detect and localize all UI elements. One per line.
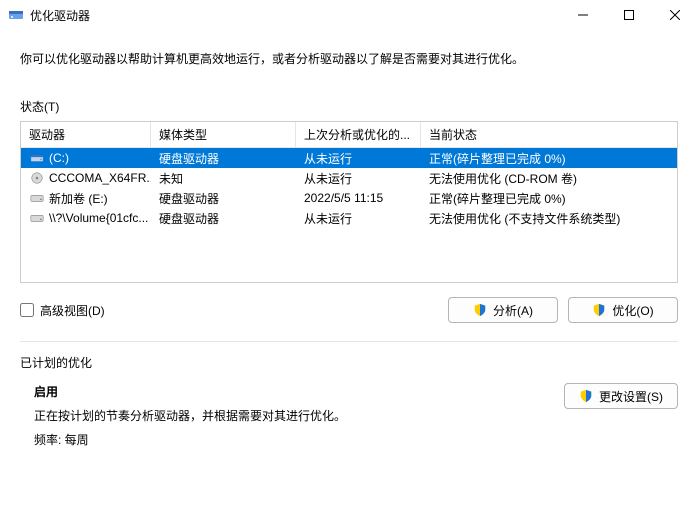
- drive-list: 驱动器 媒体类型 上次分析或优化的... 当前状态 (C:)硬盘驱动器从未运行正…: [20, 121, 678, 283]
- cell-status: 正常(碎片整理已完成 0%): [421, 148, 677, 169]
- minimize-button[interactable]: [560, 0, 606, 30]
- cell-drive: \\?\Volume{01cfc...: [49, 211, 148, 225]
- column-header-drive[interactable]: 驱动器: [21, 122, 151, 147]
- column-header-status[interactable]: 当前状态: [421, 122, 677, 147]
- change-settings-label: 更改设置(S): [599, 388, 663, 405]
- table-row[interactable]: CCCOMA_X64FR...未知从未运行无法使用优化 (CD-ROM 卷): [21, 168, 677, 188]
- cell-last: 从未运行: [296, 208, 421, 229]
- shield-icon: [592, 303, 606, 317]
- cell-last: 2022/5/5 11:15: [296, 189, 421, 207]
- drive-icon: [29, 151, 45, 165]
- cell-last: 从未运行: [296, 168, 421, 189]
- cell-status: 无法使用优化 (不支持文件系统类型): [421, 208, 677, 229]
- titlebar: 优化驱动器: [0, 0, 698, 30]
- table-row[interactable]: (C:) 硬盘驱动器从未运行正常(碎片整理已完成 0%): [21, 148, 677, 168]
- cell-drive: 新加卷 (E:): [49, 190, 108, 207]
- analyze-button[interactable]: 分析(A): [448, 297, 558, 323]
- shield-icon: [473, 303, 487, 317]
- advanced-view-label: 高级视图(D): [40, 302, 105, 319]
- app-icon: [8, 7, 24, 23]
- change-settings-button[interactable]: 更改设置(S): [564, 383, 678, 409]
- analyze-label: 分析(A): [493, 302, 533, 319]
- advanced-view-checkbox[interactable]: 高级视图(D): [20, 302, 105, 319]
- table-row[interactable]: 新加卷 (E:) 硬盘驱动器2022/5/5 11:15正常(碎片整理已完成 0%…: [21, 188, 677, 208]
- cell-status: 正常(碎片整理已完成 0%): [421, 188, 677, 209]
- maximize-button[interactable]: [606, 0, 652, 30]
- table-row[interactable]: \\?\Volume{01cfc...硬盘驱动器从未运行无法使用优化 (不支持文…: [21, 208, 677, 228]
- cell-media: 硬盘驱动器: [151, 188, 296, 209]
- cell-media: 硬盘驱动器: [151, 208, 296, 229]
- scheduled-title: 已计划的优化: [20, 354, 678, 371]
- drive-list-header: 驱动器 媒体类型 上次分析或优化的... 当前状态: [21, 122, 677, 148]
- drive-icon: [29, 171, 45, 185]
- column-header-media[interactable]: 媒体类型: [151, 122, 296, 147]
- status-label: 状态(T): [20, 98, 678, 115]
- cell-media: 未知: [151, 168, 296, 189]
- scheduled-freq: 频率: 每周: [34, 431, 544, 449]
- window-title: 优化驱动器: [30, 7, 90, 24]
- drive-icon: [29, 191, 45, 205]
- shield-icon: [579, 389, 593, 403]
- description-text: 你可以优化驱动器以帮助计算机更高效地运行，或者分析驱动器以了解是否需要对其进行优…: [20, 50, 678, 68]
- scheduled-desc: 正在按计划的节奏分析驱动器，并根据需要对其进行优化。: [34, 407, 544, 425]
- separator: [20, 341, 678, 342]
- cell-drive: (C:): [49, 151, 69, 165]
- scheduled-text: 启用 正在按计划的节奏分析驱动器，并根据需要对其进行优化。 频率: 每周: [20, 383, 544, 455]
- drive-icon: [29, 211, 45, 225]
- cell-drive: CCCOMA_X64FR...: [49, 171, 151, 185]
- scheduled-enabled-label: 启用: [34, 383, 544, 401]
- advanced-view-input[interactable]: [20, 303, 34, 317]
- optimize-button[interactable]: 优化(O): [568, 297, 678, 323]
- cell-last: 从未运行: [296, 148, 421, 169]
- cell-status: 无法使用优化 (CD-ROM 卷): [421, 168, 677, 189]
- cell-media: 硬盘驱动器: [151, 148, 296, 169]
- optimize-label: 优化(O): [612, 302, 653, 319]
- column-header-last[interactable]: 上次分析或优化的...: [296, 122, 421, 147]
- close-button[interactable]: [652, 0, 698, 30]
